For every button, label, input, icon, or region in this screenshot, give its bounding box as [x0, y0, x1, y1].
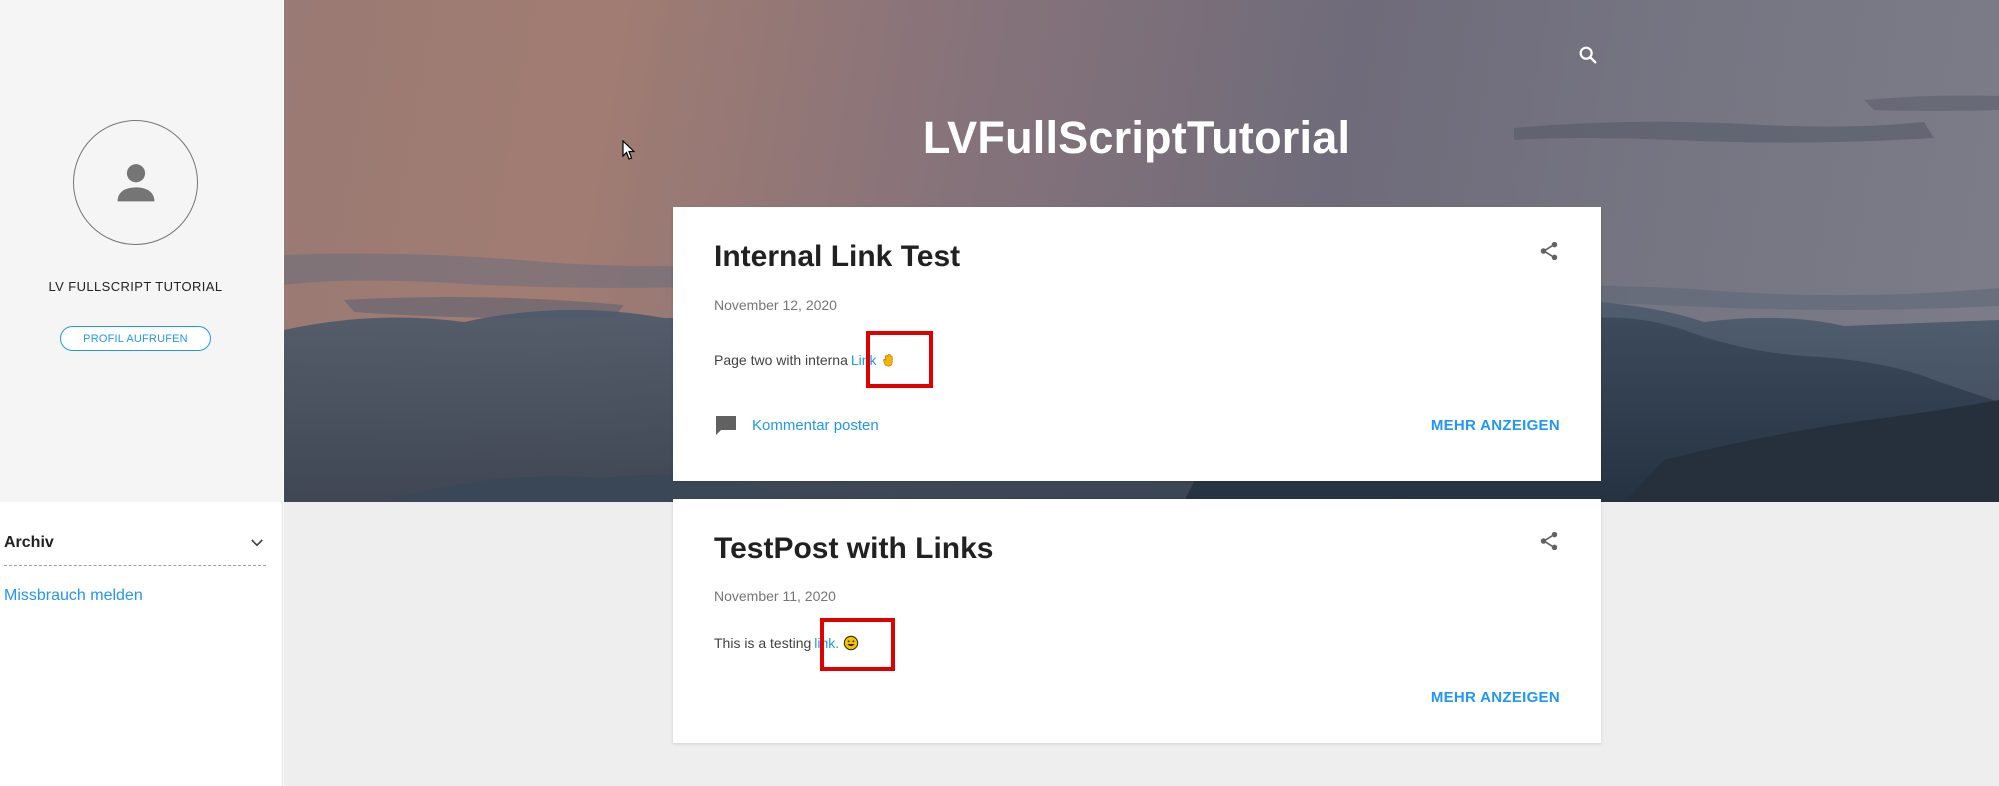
share-button[interactable] — [1538, 530, 1560, 552]
sidebar: LV FULLSCRIPT TUTORIAL PROFIL AUFRUFEN A… — [0, 0, 283, 786]
comment-icon — [716, 416, 736, 435]
report-abuse-link[interactable]: Missbrauch melden — [4, 587, 143, 605]
share-button[interactable] — [1538, 240, 1560, 262]
search-button[interactable] — [1577, 44, 1599, 66]
avatar[interactable] — [73, 120, 198, 245]
link-highlight-box — [820, 618, 895, 671]
post-body-text: This is a testing — [714, 635, 812, 651]
profile-panel: LV FULLSCRIPT TUTORIAL PROFIL AUFRUFEN — [0, 0, 283, 502]
post-card: TestPost with Links November 11, 2020 Th… — [673, 499, 1601, 743]
show-more-button[interactable]: MEHR ANZEIGEN — [1431, 689, 1560, 706]
person-icon — [117, 163, 154, 201]
view-profile-button[interactable]: PROFIL AUFRUFEN — [60, 326, 211, 351]
blog-title[interactable]: LVFullScriptTutorial — [284, 112, 1989, 164]
post-date: November 12, 2020 — [714, 297, 837, 313]
post-body-text: Page two with interna — [714, 352, 848, 368]
comment-label: Kommentar posten — [752, 416, 879, 434]
chevron-down-icon — [251, 538, 263, 546]
link-highlight-box — [866, 331, 933, 388]
show-more-button[interactable]: MEHR ANZEIGEN — [1431, 417, 1560, 434]
post-date: November 11, 2020 — [714, 588, 836, 604]
archive-label: Archiv — [4, 533, 54, 551]
share-icon — [1540, 531, 1558, 551]
profile-name: LV FULLSCRIPT TUTORIAL — [48, 279, 223, 294]
post-title[interactable]: Internal Link Test — [714, 240, 960, 274]
archive-dropdown[interactable]: Archiv — [4, 520, 266, 566]
comment-button[interactable]: Kommentar posten — [714, 414, 879, 436]
post-card: Internal Link Test November 12, 2020 Pag… — [673, 207, 1601, 481]
mouse-cursor-icon — [622, 140, 636, 160]
search-icon — [1579, 46, 1597, 64]
share-icon — [1540, 241, 1558, 261]
post-title[interactable]: TestPost with Links — [714, 532, 993, 566]
